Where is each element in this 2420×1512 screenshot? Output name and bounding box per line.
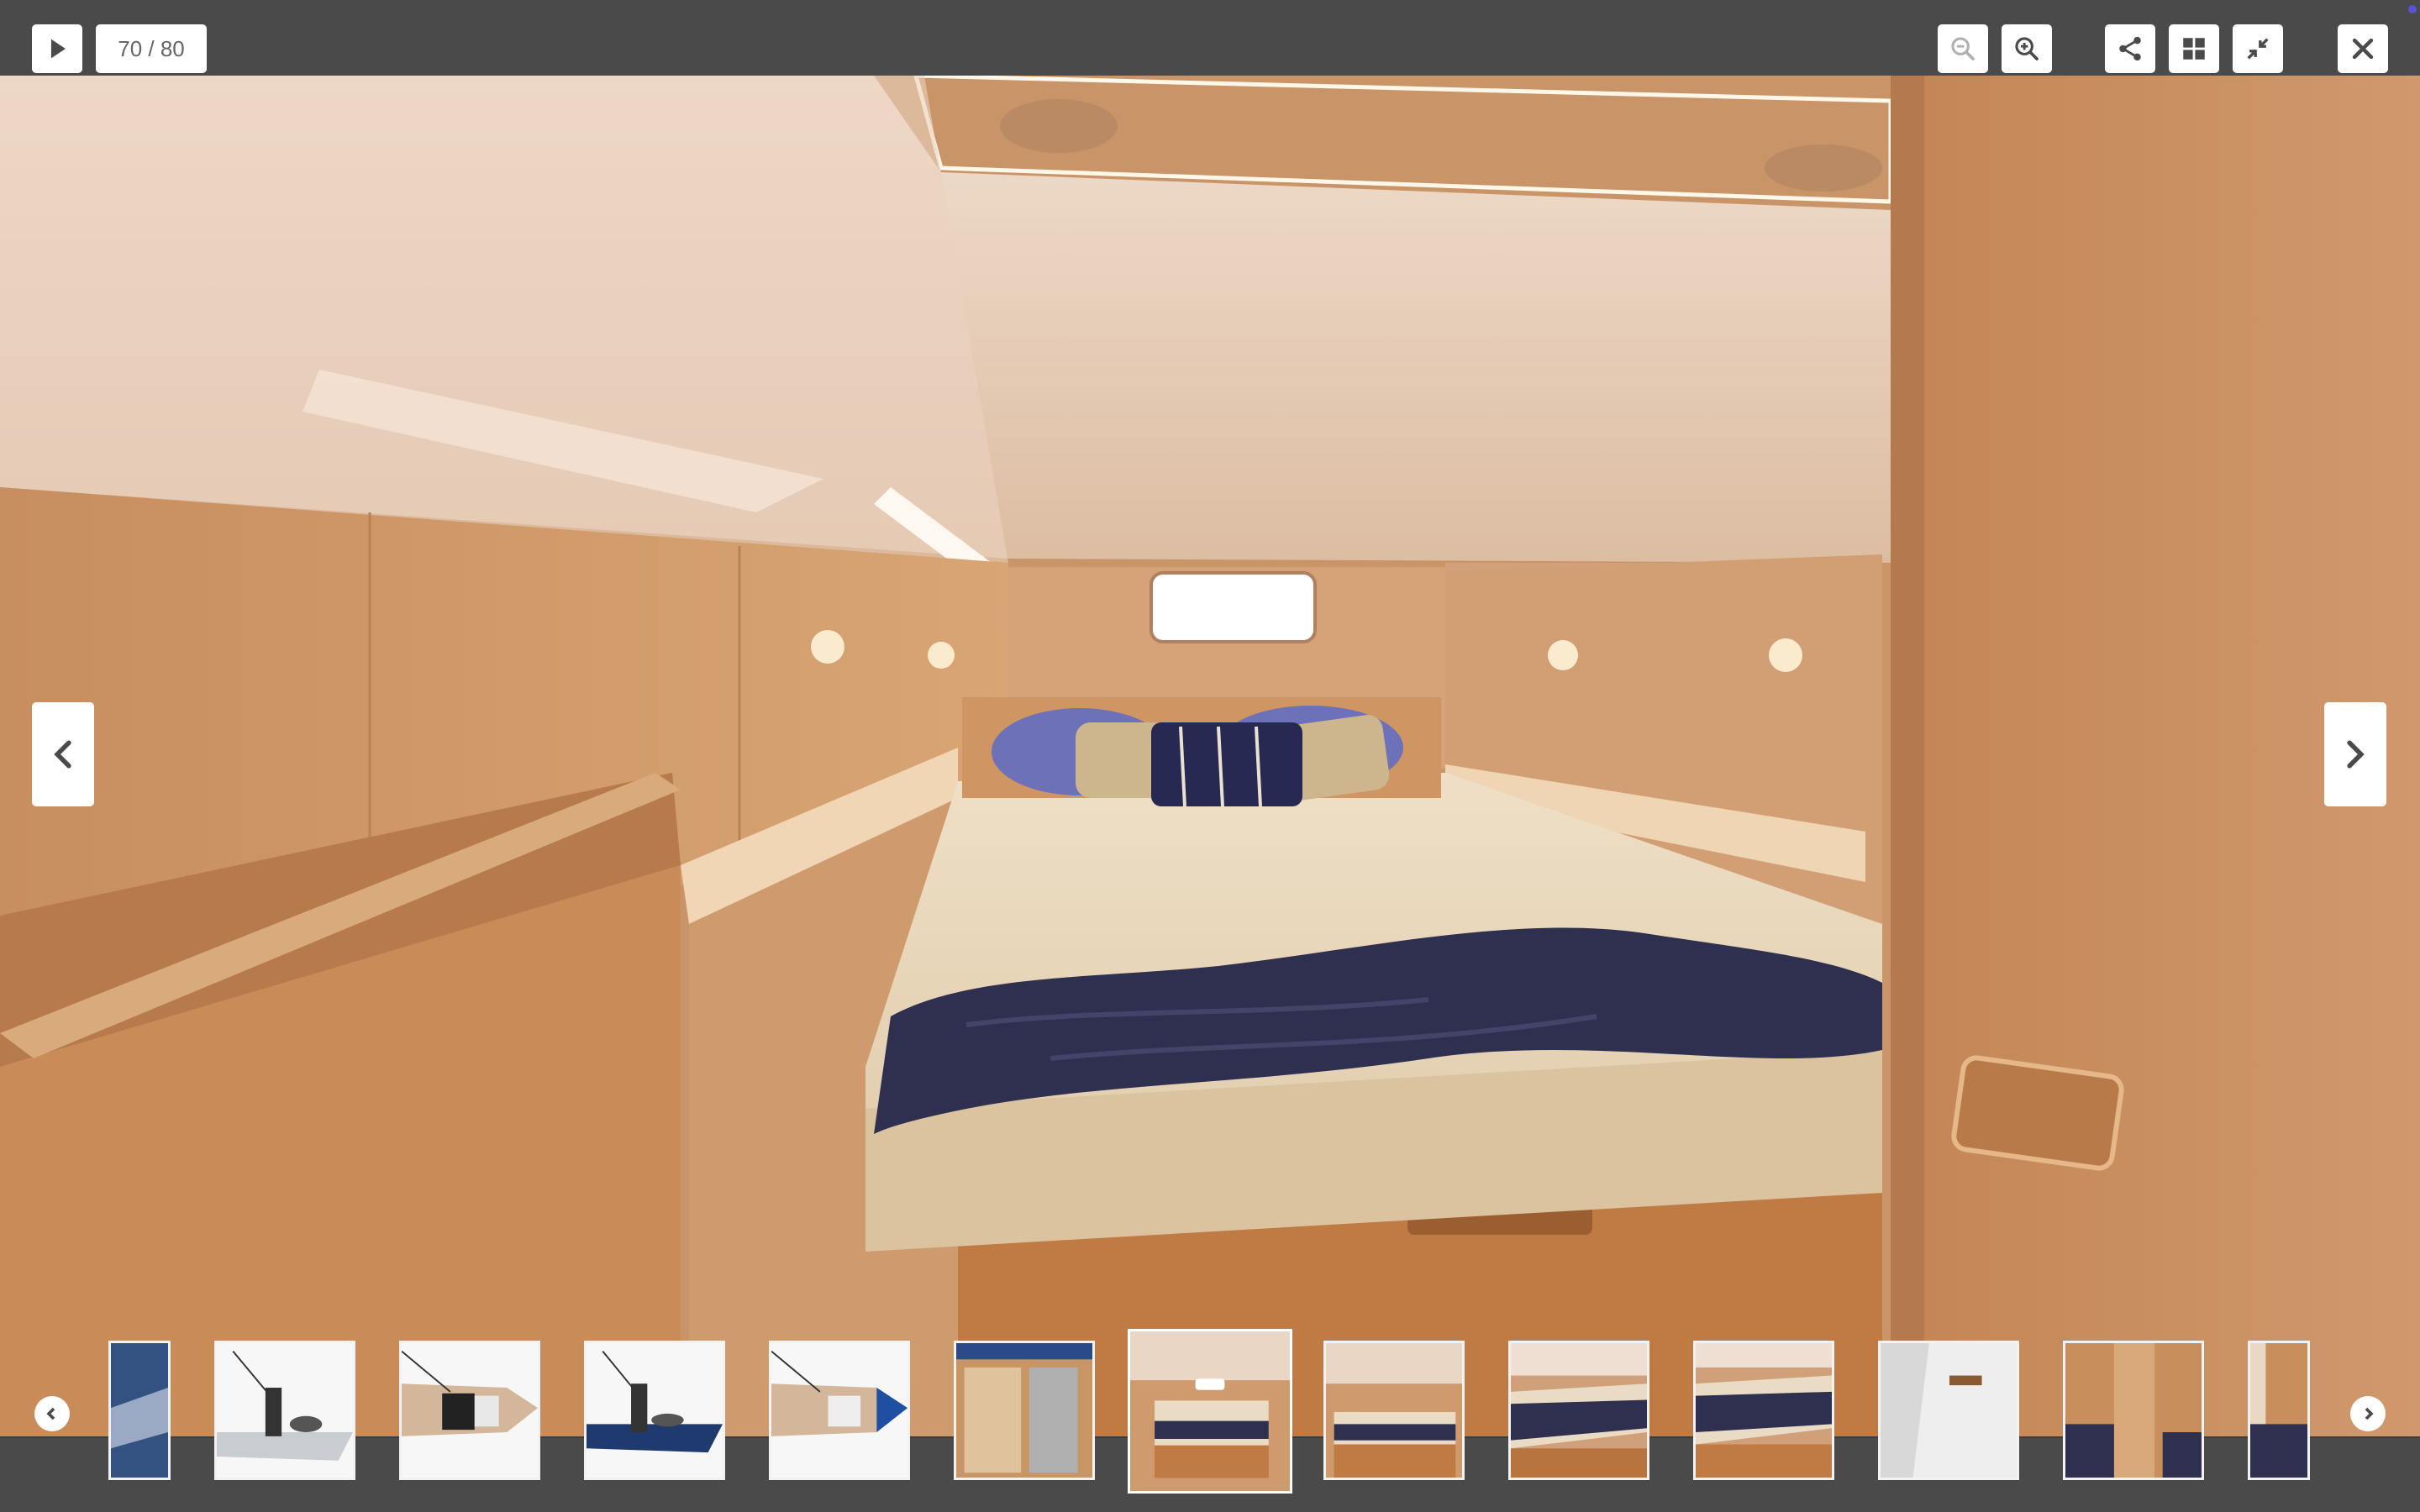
circle-chevron-left-icon [42,1404,62,1424]
cabin-illustration [0,76,2420,1436]
lightbox-viewer: 70 / 80 [0,0,2420,1512]
thumbnail-2[interactable] [214,1341,355,1480]
zoom-out-icon [1951,37,1975,60]
thumbnail-4[interactable] [584,1341,725,1480]
zoom-in-icon [2015,37,2039,60]
thumbnail-8[interactable] [1323,1341,1465,1480]
zoom-in-button[interactable] [2002,24,2052,73]
thumbnail-7-active[interactable] [1128,1329,1292,1494]
slideshow-play-button[interactable] [32,24,82,73]
lightbox-toolbar [0,0,2420,76]
thumbnail-10[interactable] [1693,1341,1834,1480]
thumbnail-13[interactable] [2248,1341,2310,1480]
next-image-button[interactable] [2324,702,2386,806]
notification-dot [2408,5,2417,13]
chevron-right-icon [2347,740,2365,769]
thumbnail-1[interactable] [108,1341,171,1480]
previous-image-button[interactable] [32,702,94,806]
main-image [0,76,2420,1436]
thumbnail-9[interactable] [1508,1341,1649,1480]
thumbnail-6[interactable] [954,1341,1095,1480]
grid-icon [2183,38,2205,60]
thumbnail-grid-button[interactable] [2169,24,2219,73]
thumbnails-prev-button[interactable] [34,1396,70,1431]
thumbnail-5[interactable] [769,1341,910,1480]
thumbnails-next-button[interactable] [2350,1396,2386,1431]
thumbnail-11[interactable] [1878,1341,2019,1480]
thumbnail-3[interactable] [399,1341,540,1480]
chevron-left-icon [54,740,71,769]
collapse-icon [2247,38,2269,60]
circle-chevron-right-icon [2358,1404,2378,1424]
zoom-out-button[interactable] [1938,24,1988,73]
close-button[interactable] [2338,24,2388,73]
exit-fullscreen-button[interactable] [2233,24,2283,73]
close-icon [2352,38,2374,60]
share-button[interactable] [2105,24,2155,73]
image-counter: 70 / 80 [96,24,207,73]
thumbnail-12[interactable] [2063,1341,2204,1480]
play-icon [50,39,66,59]
share-icon [2119,36,2141,61]
